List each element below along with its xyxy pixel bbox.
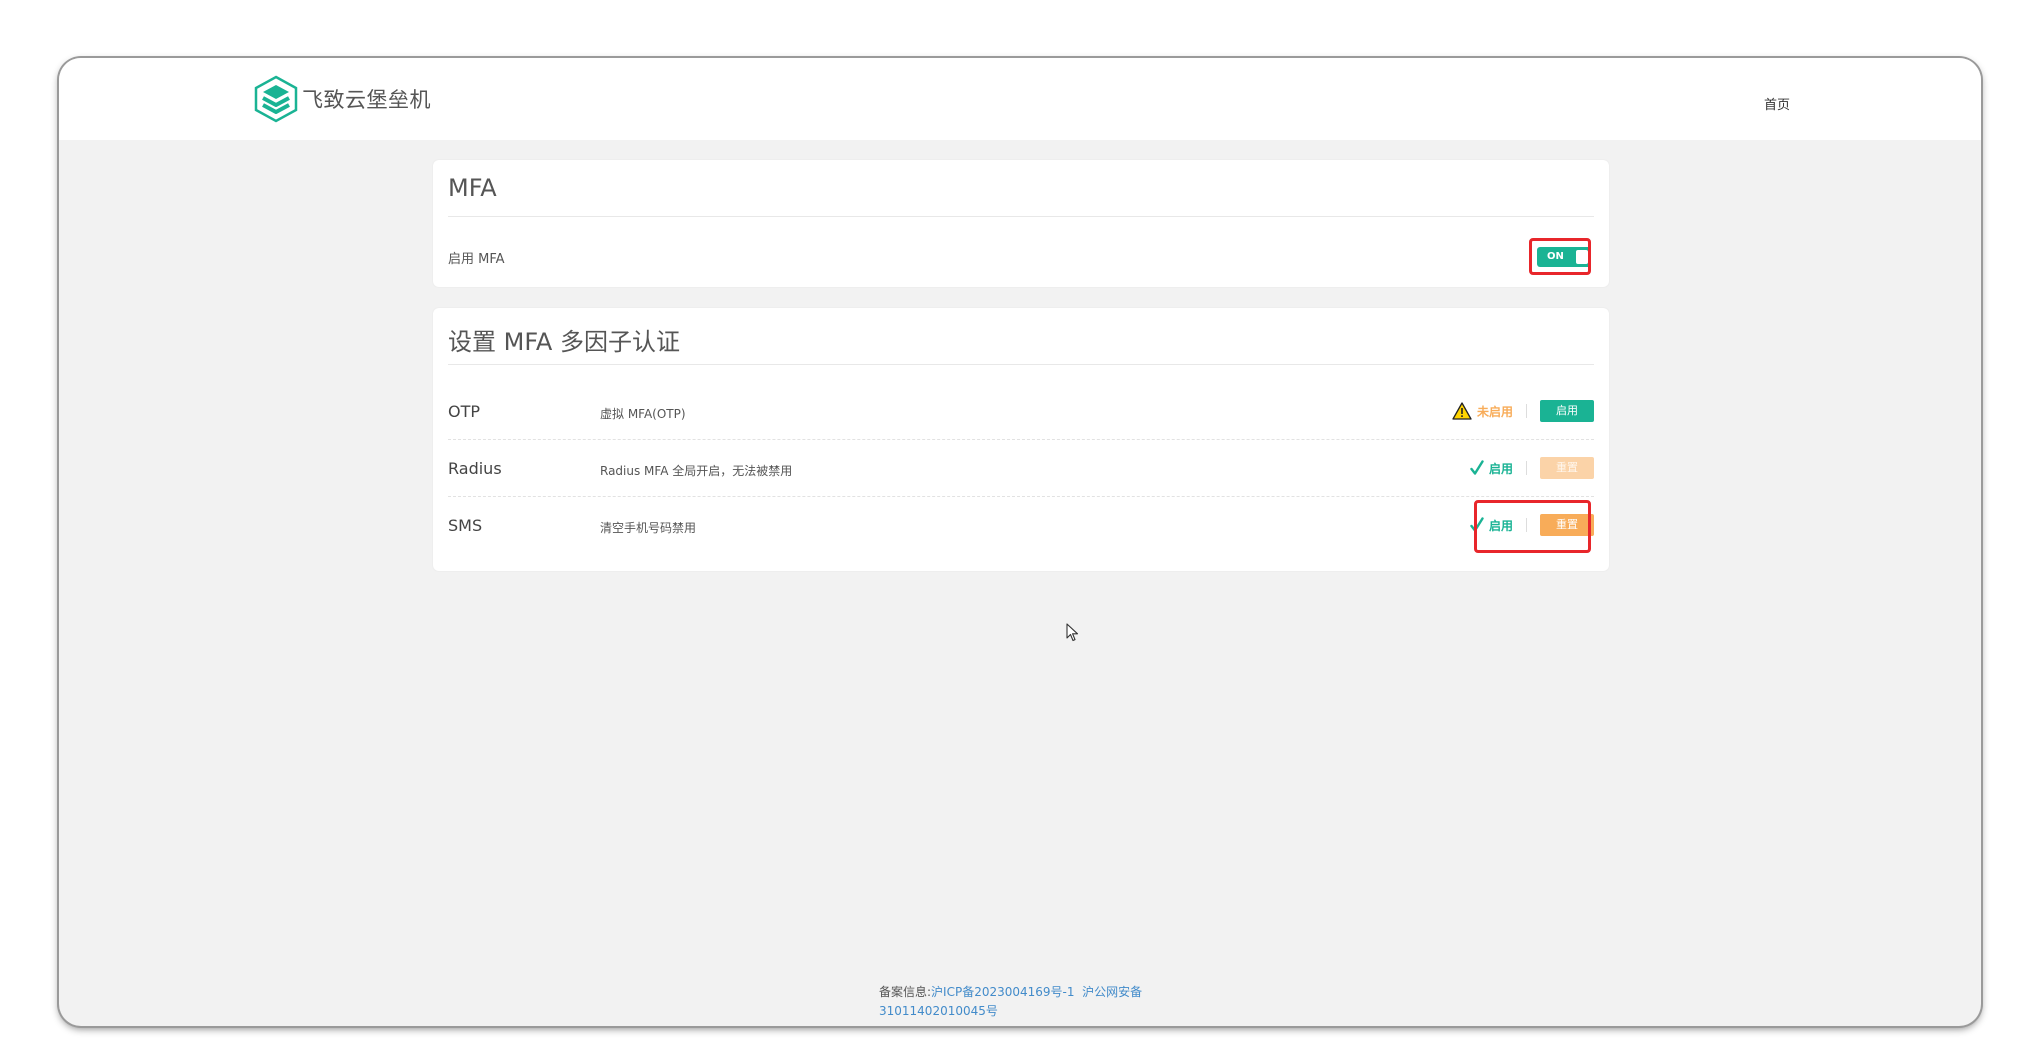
enable-mfa-label: 启用 MFA (448, 252, 505, 267)
footer: 备案信息:沪ICP备2023004169号-1 沪公网安备 3101140201… (879, 983, 1142, 1021)
nav-home-link[interactable]: 首页 (1764, 94, 1790, 113)
footer-prefix: 备案信息: (879, 985, 932, 999)
checkmark-icon (1470, 460, 1484, 476)
warning-icon (1452, 402, 1472, 420)
top-navbar: 飞致云堡垒机 首页 (59, 58, 1981, 140)
mfa-row-sms: SMS 清空手机号码禁用 启用 重置 (448, 497, 1594, 553)
radius-reset-button[interactable]: 重置 (1540, 457, 1594, 479)
separator (1526, 404, 1527, 418)
icp-link[interactable]: 沪ICP备2023004169号-1 (931, 985, 1074, 999)
row-description: Radius MFA 全局开启，无法被禁用 (600, 464, 793, 478)
mfa-row-radius: Radius Radius MFA 全局开启，无法被禁用 启用 重置 (448, 440, 1594, 497)
row-description: 虚拟 MFA(OTP) (600, 407, 686, 421)
setup-card-title: 设置 MFA 多因子认证 (448, 328, 680, 356)
mfa-row-otp: OTP 虚拟 MFA(OTP) 未启用 启用 (448, 383, 1594, 440)
toggle-highlight-box (1529, 238, 1591, 275)
status-text: 未启用 (1476, 404, 1513, 419)
status-enabled: 启用 (1470, 460, 1513, 477)
row-actions: 未启用 启用 (1452, 399, 1594, 423)
otp-enable-button[interactable]: 启用 (1540, 400, 1594, 422)
police-link-line1[interactable]: 沪公网安备 (1082, 985, 1142, 999)
row-description: 清空手机号码禁用 (600, 521, 697, 535)
mfa-setup-card: 设置 MFA 多因子认证 OTP 虚拟 MFA(OTP) 未启用 启用 Radi… (433, 308, 1609, 571)
sms-actions-highlight-box (1474, 500, 1591, 553)
police-link-line2[interactable]: 31011402010045号 (879, 1004, 998, 1018)
mfa-card: MFA 启用 MFA ON (433, 160, 1609, 287)
row-actions: 启用 重置 (1470, 456, 1594, 480)
browser-window: 飞致云堡垒机 首页 MFA 启用 MFA ON 设置 MFA 多因子认证 OTP… (59, 58, 1981, 1026)
mfa-card-title: MFA (448, 174, 497, 202)
row-name: SMS (448, 516, 483, 535)
app-name: 飞致云堡垒机 (302, 88, 431, 112)
divider (448, 216, 1594, 217)
logo[interactable]: 飞致云堡垒机 (254, 75, 431, 123)
logo-icon (254, 75, 298, 123)
mouse-cursor-icon (1066, 623, 1080, 647)
row-name: Radius (448, 459, 502, 478)
divider (448, 364, 1594, 365)
row-name: OTP (448, 402, 481, 421)
separator (1526, 461, 1527, 475)
status-not-enabled: 未启用 (1452, 402, 1513, 420)
status-text: 启用 (1488, 461, 1513, 476)
